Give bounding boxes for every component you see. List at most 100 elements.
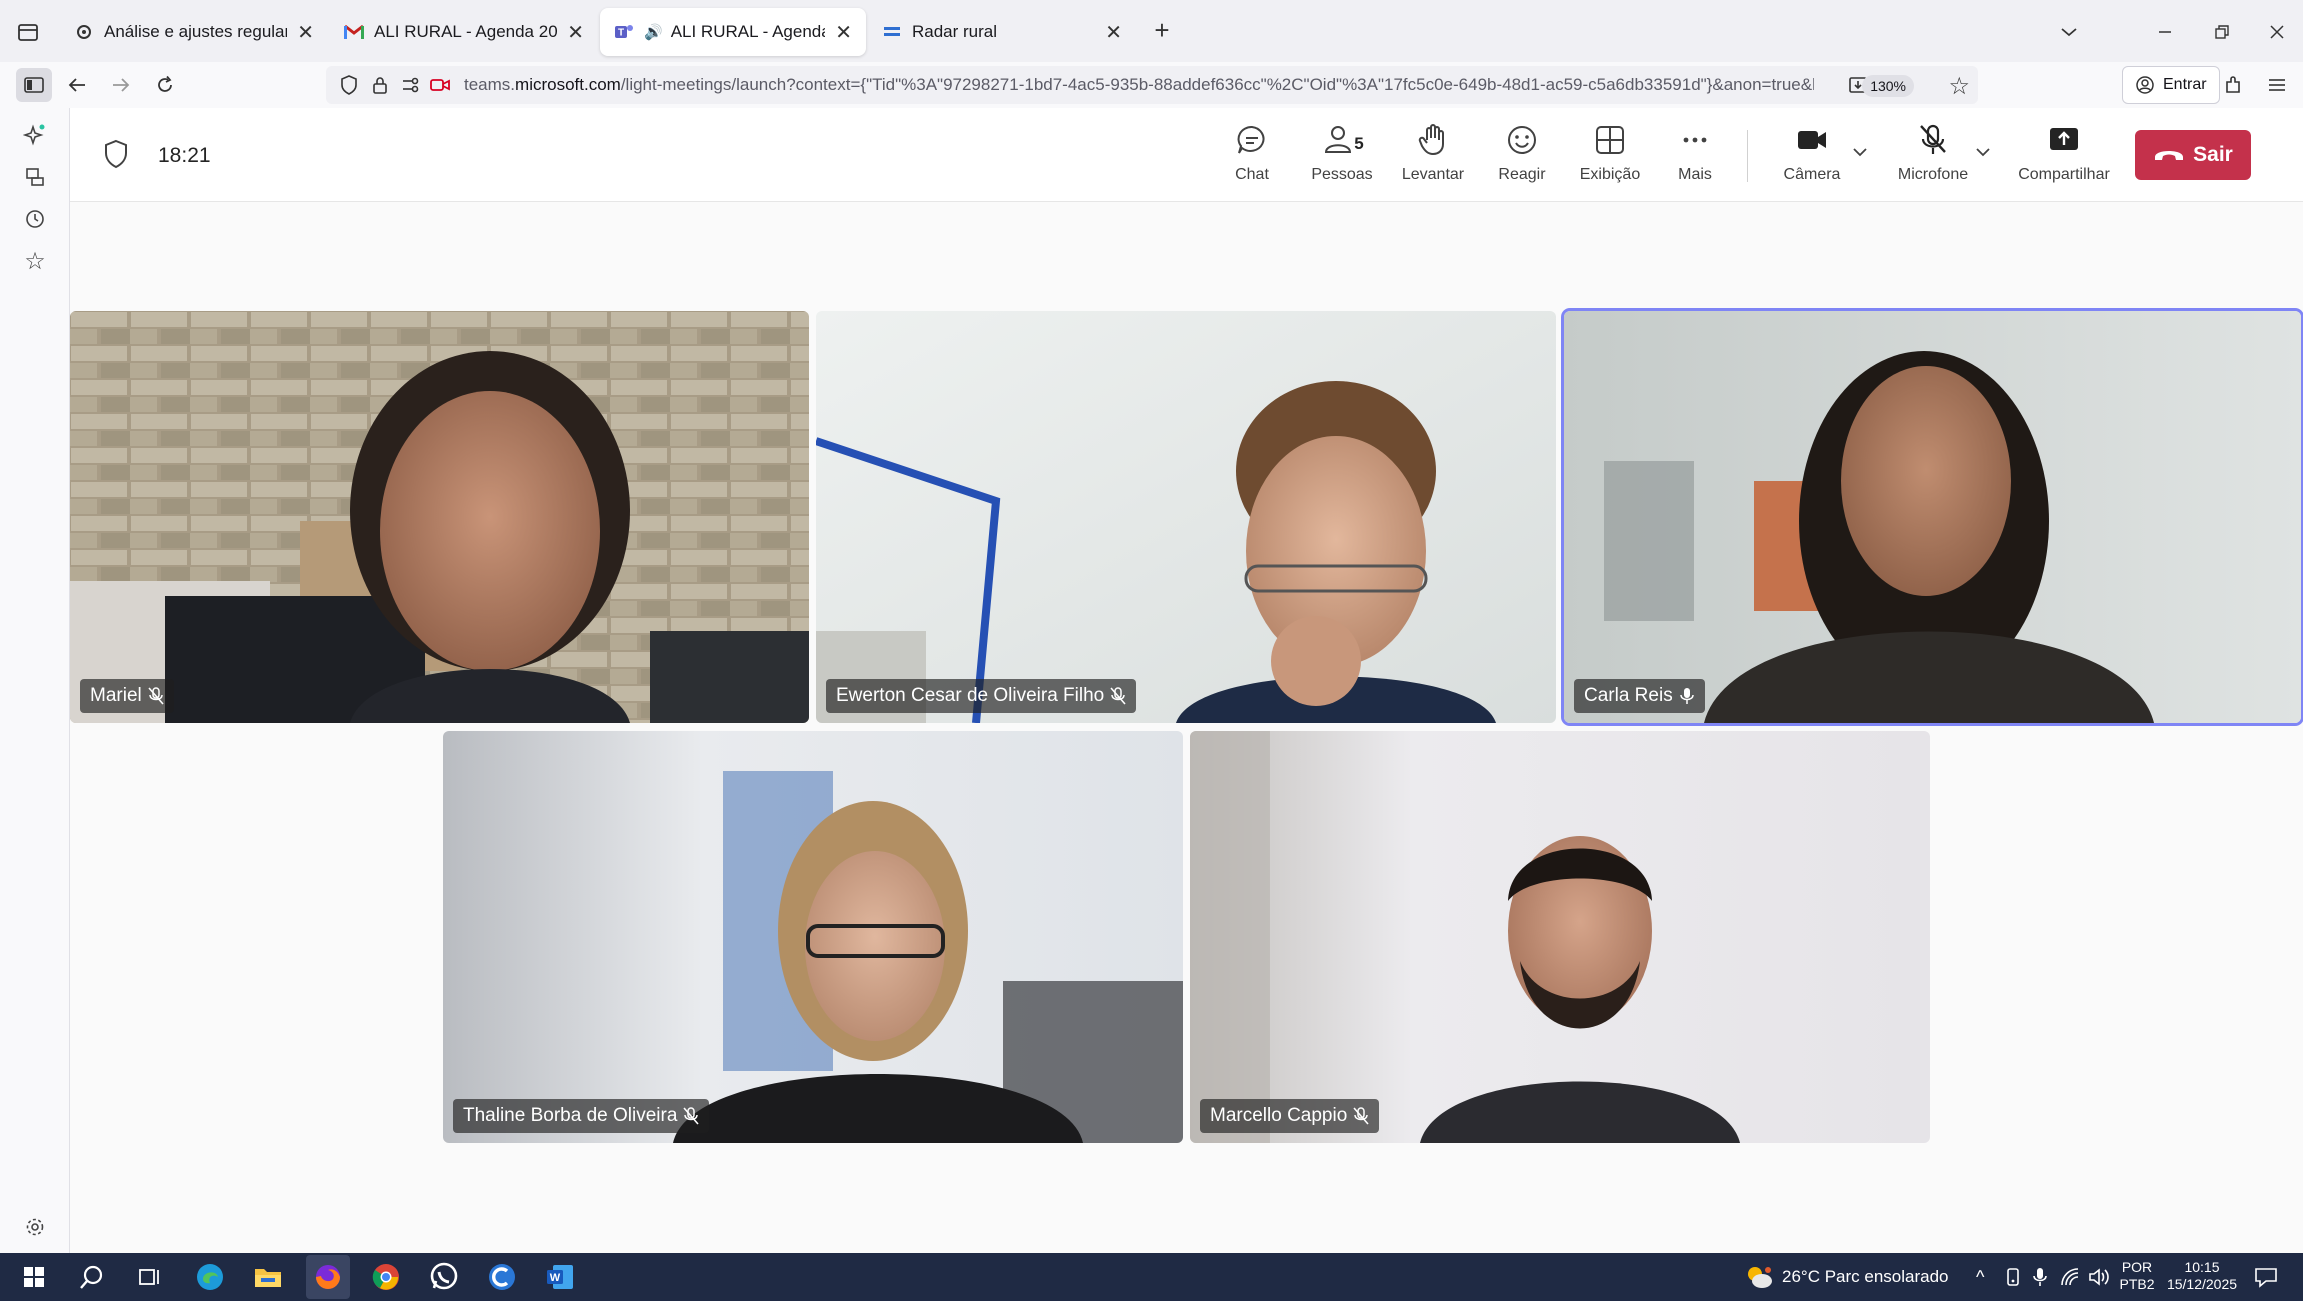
close-window-icon[interactable] (2262, 18, 2292, 46)
speaker-icon[interactable]: 🔊 (644, 23, 663, 41)
clock-time: 10:15 (2184, 1259, 2220, 1275)
gear-icon (74, 22, 94, 42)
wifi-icon[interactable] (2060, 1253, 2082, 1301)
camera-icon (1798, 131, 1826, 149)
search-icon[interactable] (74, 1259, 110, 1295)
minimize-icon[interactable] (2150, 18, 2180, 46)
zoom-level[interactable]: 130% (1862, 75, 1914, 97)
new-tab-button[interactable]: + (1146, 14, 1178, 46)
camera-label: Câmera (1783, 166, 1841, 183)
tab-teams[interactable]: T 🔊 ALI RURAL - Agenda 2026 | ✕ (600, 8, 866, 56)
tab-analise[interactable]: Análise e ajustes regulamento ✕ (60, 8, 328, 56)
close-icon[interactable]: ✕ (835, 20, 852, 45)
share-icon (2050, 128, 2078, 150)
settings-gear-icon[interactable] (22, 1214, 48, 1240)
close-icon[interactable]: ✕ (567, 20, 584, 45)
chat-button[interactable]: Chat (1212, 122, 1292, 192)
forward-icon[interactable] (106, 70, 136, 100)
people-count: 5 (1354, 134, 1364, 153)
react-label: Reagir (1498, 166, 1546, 183)
meeting-timer: 18:21 (158, 144, 211, 167)
react-button[interactable]: Reagir (1482, 122, 1562, 192)
tab-title: Radar rural (912, 22, 998, 41)
url-bar[interactable]: teams.microsoft.com/light-meetings/launc… (326, 66, 1978, 104)
microphone-button[interactable]: Microfone (1878, 122, 1988, 192)
participant-name: Mariel (90, 685, 142, 706)
mic-label: Microfone (1897, 166, 1969, 183)
bookmark-star-icon[interactable]: ☆ (1948, 72, 1970, 101)
close-icon[interactable]: ✕ (1105, 20, 1122, 45)
tab-list-icon[interactable] (14, 18, 42, 46)
participant-name-tag: Marcello Cappio (1200, 1099, 1380, 1133)
camera-button[interactable]: Câmera (1770, 122, 1854, 192)
tab-gmail[interactable]: ALI RURAL - Agenda 2026 - mai ✕ (330, 8, 598, 56)
people-button[interactable]: 5 Pessoas (1294, 122, 1390, 192)
video-tile-thaline[interactable]: Thaline Borba de Oliveira (443, 731, 1183, 1143)
sidebar-toggle-icon[interactable] (16, 68, 52, 102)
video-tile-carla-reis[interactable]: Carla Reis (1564, 311, 2301, 723)
participant-name-tag: Carla Reis (1574, 679, 1705, 713)
firefox-icon[interactable] (306, 1255, 350, 1299)
back-icon[interactable] (62, 70, 92, 100)
windows-start-icon[interactable] (16, 1259, 52, 1295)
language-code: POR (2121, 1259, 2153, 1275)
browser-tab-strip: Análise e ajustes regulamento ✕ ALI RURA… (0, 0, 2303, 62)
tab-radar[interactable]: Radar rural ✕ (868, 8, 1136, 56)
restore-icon[interactable] (2207, 18, 2237, 46)
input-language[interactable]: POR PTB2 (2118, 1259, 2156, 1293)
permissions-icon[interactable] (402, 77, 422, 93)
reload-icon[interactable] (150, 70, 180, 100)
participant-name-tag: Ewerton Cesar de Oliveira Filho (826, 679, 1137, 713)
camera-options-chevron-icon[interactable] (1850, 142, 1870, 167)
history-icon[interactable] (22, 206, 48, 232)
hang-up-icon (2155, 151, 2184, 160)
hand-icon (1418, 124, 1444, 156)
tracking-shield-icon[interactable] (340, 75, 358, 95)
task-view-icon[interactable] (132, 1259, 168, 1295)
chrome-icon[interactable] (368, 1259, 404, 1295)
signin-button[interactable]: Entrar (2122, 66, 2220, 104)
ai-sparkle-icon[interactable] (22, 122, 48, 148)
list-icon (882, 22, 902, 42)
video-tile-ewerton[interactable]: Ewerton Cesar de Oliveira Filho (816, 311, 1556, 723)
word-icon[interactable]: W (542, 1259, 578, 1295)
lock-icon[interactable] (372, 75, 388, 95)
participant-name-tag: Thaline Borba de Oliveira (453, 1099, 710, 1133)
share-label: Compartilhar (2018, 166, 2110, 183)
participant-name: Carla Reis (1584, 685, 1673, 706)
weather-widget[interactable]: 26°C Parc ensolarado (1744, 1253, 1949, 1301)
raise-hand-button[interactable]: Levantar (1388, 122, 1478, 192)
leave-button[interactable]: Sair (2135, 130, 2251, 180)
edge-browser-icon[interactable] (192, 1259, 228, 1295)
menu-icon[interactable] (2262, 70, 2292, 100)
video-tile-mariel[interactable]: Mariel (70, 311, 809, 723)
video-tile-marcello[interactable]: Marcello Cappio (1190, 731, 1930, 1143)
device-icon[interactable] (2004, 1253, 2022, 1301)
leave-label: Sair (2193, 143, 2233, 166)
chevron-down-icon[interactable] (2054, 18, 2084, 46)
view-label: Exibição (1579, 166, 1641, 183)
more-button[interactable]: Mais (1660, 122, 1730, 192)
notifications-icon[interactable] (2254, 1253, 2278, 1301)
tab-title: ALI RURAL - Agenda 2026 | (670, 22, 826, 41)
system-clock[interactable]: 10:15 15/12/2025 (2160, 1259, 2244, 1293)
tab-title: Análise e ajustes regulamento (104, 22, 287, 41)
shield-icon (102, 138, 130, 175)
copilot-icon[interactable] (484, 1259, 520, 1295)
file-explorer-icon[interactable] (250, 1259, 286, 1295)
extensions-icon[interactable] (2218, 70, 2248, 100)
mic-options-chevron-icon[interactable] (1973, 142, 1993, 167)
tray-chevron-icon[interactable]: ^ (1976, 1253, 1984, 1301)
synced-tabs-icon[interactable] (22, 164, 48, 190)
view-button[interactable]: Exibição (1564, 122, 1656, 192)
close-icon[interactable]: ✕ (297, 20, 314, 45)
camera-sharing-icon[interactable] (430, 77, 450, 93)
bookmarks-icon[interactable]: ☆ (22, 248, 48, 275)
windows-taskbar: W 26°C Parc ensolarado ^ POR PTB2 10:15 … (0, 1253, 2303, 1301)
share-button[interactable]: Compartilhar (2004, 122, 2124, 192)
microphone-tray-icon[interactable] (2032, 1253, 2048, 1301)
mic-on-icon (1679, 687, 1695, 705)
volume-icon[interactable] (2088, 1253, 2112, 1301)
chat-icon (1237, 125, 1265, 154)
whatsapp-icon[interactable] (426, 1259, 462, 1295)
